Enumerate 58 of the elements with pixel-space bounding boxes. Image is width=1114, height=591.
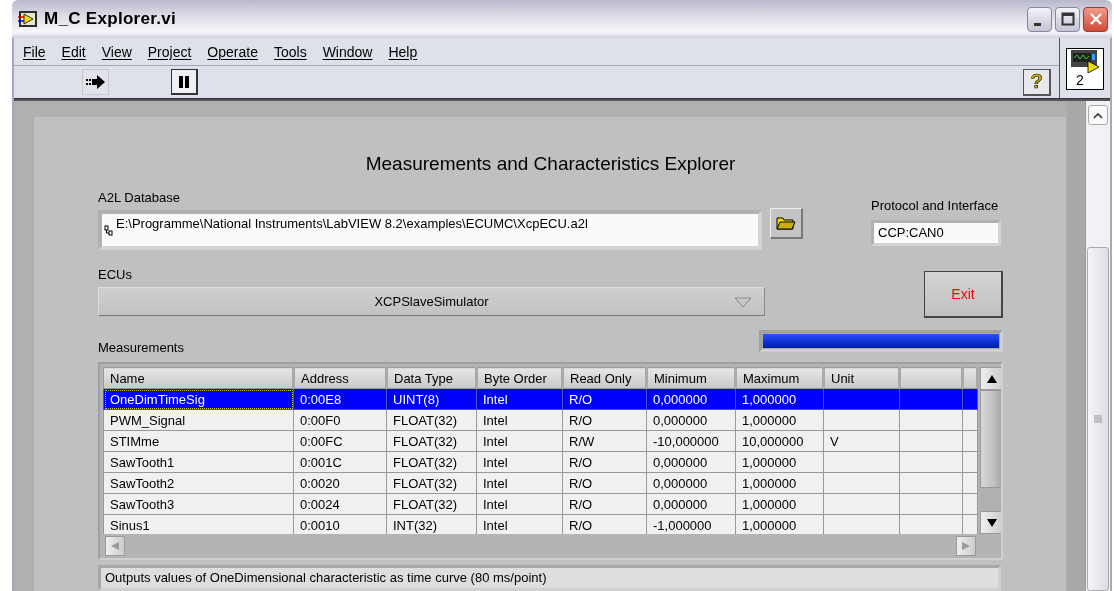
column-header[interactable]: Read Only — [562, 367, 647, 389]
path-field[interactable]: E:\Programme\National Instruments\LabVIEW 8.2\examples\ECUMC\XcpECU.a2l — [98, 210, 762, 250]
table-cell[interactable]: OneDimTimeSig — [103, 388, 294, 410]
ecu-dropdown[interactable]: XCPSlaveSimulator — [98, 287, 765, 316]
scroll-thumb[interactable] — [1087, 247, 1109, 591]
column-header[interactable]: Name — [103, 367, 294, 389]
arrow-icon — [85, 75, 106, 89]
vi-icon[interactable]: 2 — [1066, 48, 1104, 90]
up-arrow-icon — [987, 374, 997, 383]
maximize-button[interactable] — [1055, 6, 1080, 32]
menu-item[interactable]: Help — [387, 42, 419, 61]
menu-item[interactable]: View — [100, 42, 133, 61]
description-field: Outputs values of OneDimensional characteristic as time curve (80 ms/point) — [98, 565, 1001, 591]
table-cell[interactable]: Sinus1 — [103, 514, 294, 535]
table-cell[interactable]: PWM_Signal — [103, 409, 294, 431]
menu-item[interactable]: Edit — [60, 42, 87, 61]
column-header[interactable]: Byte Order — [476, 367, 563, 389]
scroll-down-button[interactable] — [980, 511, 1001, 535]
scroll-thumb[interactable] — [980, 390, 1001, 488]
menu-item[interactable]: File — [22, 42, 47, 61]
vi-icon-label: 2 — [1076, 73, 1084, 87]
window-title: M_C Explorer.vi — [44, 9, 177, 29]
table-cell[interactable]: SawTooth1 — [103, 451, 294, 473]
pause-icon — [178, 74, 190, 89]
column-header[interactable]: Unit — [823, 367, 900, 389]
scroll-up-button[interactable] — [980, 367, 1001, 390]
menu-item[interactable]: Operate — [206, 42, 259, 61]
menu-item[interactable]: Tools — [272, 42, 308, 61]
menu-item[interactable]: Project — [146, 42, 193, 61]
minimize-icon — [1034, 22, 1041, 26]
column-header[interactable]: Data Type — [386, 367, 477, 389]
left-arrow-icon — [111, 542, 119, 551]
down-arrow-icon — [987, 518, 997, 527]
field-label: ECUs — [98, 266, 133, 283]
panel-title: Measurements and Characteristics Explorer — [364, 152, 737, 176]
maximize-icon — [1060, 12, 1075, 26]
table-label: Measurements — [98, 339, 184, 356]
field-label: Protocol and Interface — [871, 197, 1000, 214]
field-label: A2L Database — [98, 189, 181, 206]
table-cell[interactable]: STIMme — [103, 430, 294, 452]
run-button[interactable] — [82, 69, 109, 95]
column-header[interactable]: Maximum — [735, 367, 824, 389]
pause-button[interactable] — [171, 69, 198, 95]
column-header[interactable]: Minimum — [646, 367, 736, 389]
table-cell[interactable]: SawTooth2 — [103, 472, 294, 494]
dropdown-arrow-icon — [734, 297, 752, 308]
protocol-field: CCP:CAN0 — [871, 220, 1001, 246]
table-cell[interactable]: SawTooth3 — [103, 493, 294, 515]
minimize-button[interactable] — [1027, 6, 1052, 32]
column-header[interactable]: Address — [293, 367, 387, 389]
menu-item[interactable]: Window — [321, 42, 374, 61]
close-button[interactable] — [1083, 6, 1108, 32]
path-icon — [104, 224, 114, 238]
folder-icon — [776, 216, 796, 230]
close-icon — [1088, 12, 1103, 26]
right-arrow-icon — [962, 542, 970, 551]
browse-button[interactable] — [770, 208, 803, 239]
app-icon — [18, 10, 38, 28]
